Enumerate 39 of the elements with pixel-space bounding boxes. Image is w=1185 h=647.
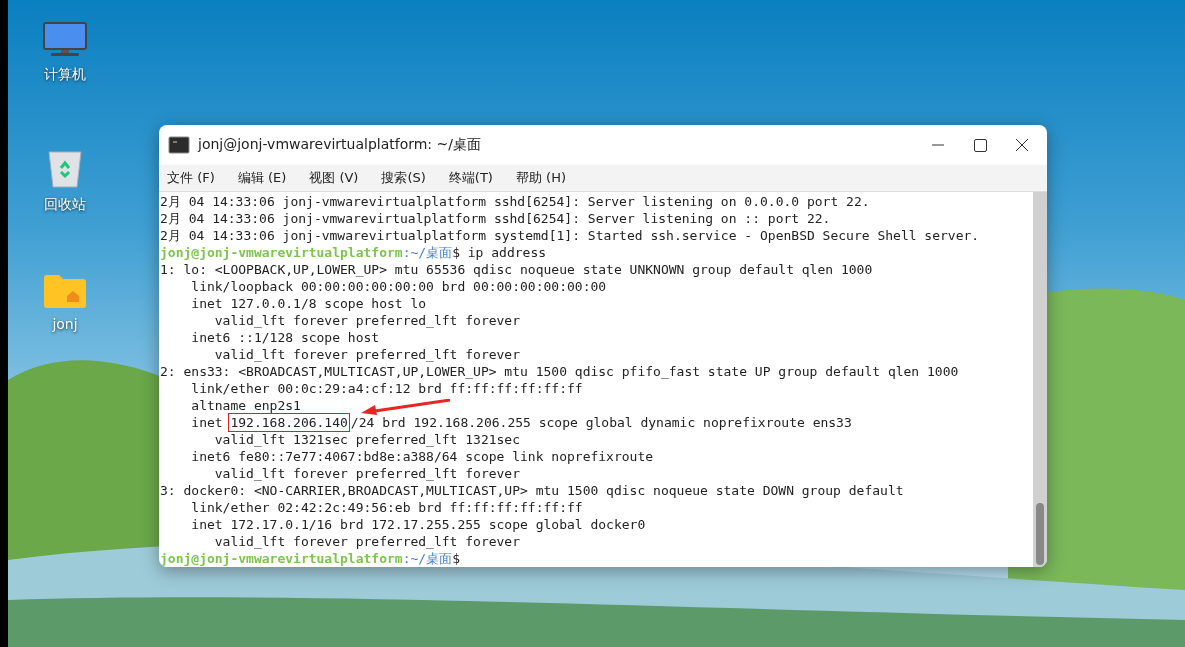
scrollbar-thumb[interactable]	[1036, 503, 1044, 565]
close-icon	[1016, 139, 1028, 151]
terminal-app-icon	[168, 136, 190, 154]
terminal-line: link/ether 00:0c:29:a4:cf:12 brd ff:ff:ff:ff:ff:ff	[190, 380, 583, 397]
terminal-line: altname enp2s1	[190, 397, 301, 414]
window-title: jonj@jonj-vmwarevirtualplatform: ~/桌面	[198, 136, 482, 154]
maximize-icon	[973, 138, 987, 152]
menu-item[interactable]: 视图 (V)	[309, 169, 359, 187]
arrow-icon	[361, 399, 451, 415]
terminal-line: 2月 04 14:33:06 jonj-vmwarevirtualplatform sshd[6254]: Server listening on :: port 22.	[160, 210, 831, 227]
menu-item[interactable]: 终端(T)	[448, 169, 493, 187]
terminal-line: inet6 ::1/128 scope host	[190, 329, 380, 346]
terminal-line: valid_lft forever preferred_lft forever	[213, 465, 521, 482]
menu-item[interactable]: 编辑 (E)	[237, 169, 287, 187]
terminal-line: link/loopback 00:00:00:00:00:00 brd 00:00:00:00:00:00	[190, 278, 607, 295]
terminal-line: valid_lft forever preferred_lft forever	[213, 312, 521, 329]
terminal-line: valid_lft forever preferred_lft forever	[213, 346, 521, 363]
trash-bin-icon	[47, 148, 83, 188]
terminal-line: valid_lft forever preferred_lft forever	[213, 533, 521, 550]
terminal-line: inet6 fe80::7e77:4067:bd8e:a388/64 scope link noprefixroute	[190, 448, 654, 465]
terminal-line: valid_lft 1321sec preferred_lft 1321sec	[213, 431, 521, 448]
desktop-icon-label[interactable]: 计算机	[44, 66, 86, 84]
terminal-line: inet 192.168.206.140 /24 brd 192.168.206.255 scope global dynamic noprefixroute ens33	[190, 414, 852, 431]
monitor-icon	[43, 22, 87, 58]
terminal-line: 2月 04 14:33:06 jonj-vmwarevirtualplatform systemd[1]: Started ssh.service - OpenBSD Secure Shell server.	[160, 227, 980, 244]
terminal-line: link/ether 02:42:2c:49:56:eb brd ff:ff:ff:ff:ff:ff	[190, 499, 583, 516]
terminal-line: 3: docker0: <NO-CARRIER,BROADCAST,MULTICAST,UP> mtu 1500 qdisc noqueue state DOWN group default	[160, 482, 904, 499]
terminal-line: inet 127.0.0.1/8 scope host lo	[190, 295, 427, 312]
terminal-line: inet 172.17.0.1/16 brd 172.17.255.255 scope global docker0	[190, 516, 646, 533]
menu-item[interactable]: 搜索(S)	[381, 169, 426, 187]
home-folder-icon	[43, 274, 87, 308]
prompt-line: jonj@jonj-vmwarevirtualplatform:~/桌面$ ip address	[160, 244, 547, 261]
terminal-line: 2月 04 14:33:06 jonj-vmwarevirtualplatform sshd[6254]: Server listening on 0.0.0.0 port 22.	[160, 193, 870, 210]
menu-item[interactable]: 帮助 (H)	[515, 169, 566, 187]
menu-item[interactable]: 文件 (F)	[167, 169, 215, 187]
terminal-line: 2: ens33: <BROADCAST,MULTICAST,UP,LOWER_UP> mtu 1500 qdisc pfifo_fast state UP group default qlen 1000	[160, 363, 959, 380]
terminal-line: 1: lo: <LOOPBACK,UP,LOWER_UP> mtu 65536 qdisc noqueue state UNKNOWN group default qlen 1000	[160, 261, 873, 278]
prompt-line: jonj@jonj-vmwarevirtualplatform:~/桌面$	[160, 550, 460, 567]
highlighted-ip-address: 192.168.206.140	[230, 415, 348, 430]
